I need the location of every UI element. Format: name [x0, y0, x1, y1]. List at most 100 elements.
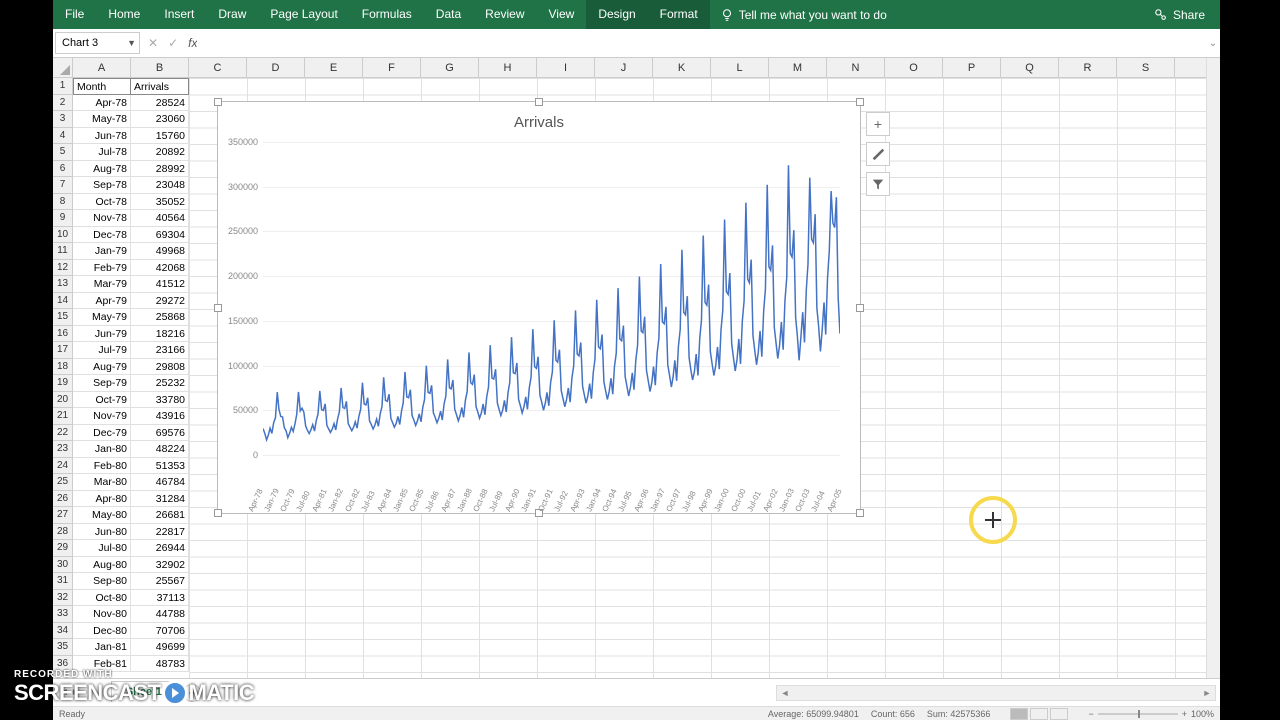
column-header[interactable]: S: [1117, 58, 1175, 77]
chart-filters-button[interactable]: [866, 172, 890, 196]
row-header[interactable]: 22: [53, 425, 72, 442]
row-header[interactable]: 23: [53, 441, 72, 458]
name-box[interactable]: Chart 3 ▼: [55, 32, 140, 54]
cell[interactable]: Jan-81: [73, 639, 131, 656]
column-header[interactable]: I: [537, 58, 595, 77]
cell[interactable]: 25567: [131, 573, 189, 590]
row-header[interactable]: 3: [53, 111, 72, 128]
column-header[interactable]: E: [305, 58, 363, 77]
cell[interactable]: 42068: [131, 260, 189, 277]
ribbon-tab-insert[interactable]: Insert: [152, 0, 206, 29]
ribbon-tab-view[interactable]: View: [537, 0, 587, 29]
cell[interactable]: Dec-79: [73, 425, 131, 442]
column-header[interactable]: P: [943, 58, 1001, 77]
cell[interactable]: 22817: [131, 524, 189, 541]
chart-handle[interactable]: [856, 98, 864, 106]
cell[interactable]: 26944: [131, 540, 189, 557]
row-header[interactable]: 31: [53, 573, 72, 590]
chart-styles-button[interactable]: [866, 142, 890, 166]
column-header[interactable]: B: [131, 58, 189, 77]
cell[interactable]: Mar-80: [73, 474, 131, 491]
cell[interactable]: 28992: [131, 161, 189, 178]
chart-handle[interactable]: [214, 509, 222, 517]
row-header[interactable]: 11: [53, 243, 72, 260]
spreadsheet-grid[interactable]: ABCDEFGHIJKLMNOPQRS 12345678910111213141…: [53, 58, 1220, 678]
cell[interactable]: 51353: [131, 458, 189, 475]
chart-handle[interactable]: [856, 304, 864, 312]
cell[interactable]: Month: [73, 78, 131, 95]
chart-handle[interactable]: [856, 509, 864, 517]
column-header[interactable]: O: [885, 58, 943, 77]
row-header[interactable]: 19: [53, 375, 72, 392]
row-header[interactable]: 21: [53, 408, 72, 425]
page-break-icon[interactable]: [1050, 708, 1068, 720]
cell[interactable]: Apr-80: [73, 491, 131, 508]
row-header[interactable]: 35: [53, 639, 72, 656]
cell[interactable]: Jul-78: [73, 144, 131, 161]
cell[interactable]: Sep-78: [73, 177, 131, 194]
row-header[interactable]: 30: [53, 557, 72, 574]
cell[interactable]: Nov-80: [73, 606, 131, 623]
column-header[interactable]: K: [653, 58, 711, 77]
cell[interactable]: 48224: [131, 441, 189, 458]
select-all-corner[interactable]: [53, 58, 73, 78]
column-header[interactable]: F: [363, 58, 421, 77]
row-header[interactable]: 25: [53, 474, 72, 491]
cell[interactable]: 41512: [131, 276, 189, 293]
cell[interactable]: 25868: [131, 309, 189, 326]
column-header[interactable]: D: [247, 58, 305, 77]
cell[interactable]: Jun-78: [73, 128, 131, 145]
cell[interactable]: 70706: [131, 623, 189, 640]
cell[interactable]: 69304: [131, 227, 189, 244]
row-header[interactable]: 7: [53, 177, 72, 194]
cell[interactable]: Jan-80: [73, 441, 131, 458]
cell[interactable]: Jan-79: [73, 243, 131, 260]
ribbon-tab-formulas[interactable]: Formulas: [350, 0, 424, 29]
cell[interactable]: 43916: [131, 408, 189, 425]
column-header[interactable]: Q: [1001, 58, 1059, 77]
row-header[interactable]: 33: [53, 606, 72, 623]
cell[interactable]: 23060: [131, 111, 189, 128]
cell[interactable]: May-78: [73, 111, 131, 128]
ribbon-tab-design[interactable]: Design: [586, 0, 647, 29]
cell[interactable]: Arrivals: [131, 78, 189, 95]
ribbon-tab-home[interactable]: Home: [96, 0, 152, 29]
column-headers[interactable]: ABCDEFGHIJKLMNOPQRS: [73, 58, 1206, 78]
column-header[interactable]: M: [769, 58, 827, 77]
cell[interactable]: 69576: [131, 425, 189, 442]
row-headers[interactable]: 1234567891011121314151617181920212223242…: [53, 78, 73, 672]
cell[interactable]: Apr-78: [73, 95, 131, 112]
cell[interactable]: 23166: [131, 342, 189, 359]
cell[interactable]: Nov-78: [73, 210, 131, 227]
cell[interactable]: Jul-80: [73, 540, 131, 557]
zoom-in-icon[interactable]: +: [1182, 709, 1187, 719]
row-header[interactable]: 13: [53, 276, 72, 293]
cell[interactable]: 15760: [131, 128, 189, 145]
fx-icon[interactable]: fx: [188, 36, 197, 50]
cell[interactable]: Jun-79: [73, 326, 131, 343]
cell[interactable]: 29272: [131, 293, 189, 310]
cell[interactable]: 35052: [131, 194, 189, 211]
horizontal-scrollbar[interactable]: ◄ ►: [776, 685, 1216, 701]
cell[interactable]: 44788: [131, 606, 189, 623]
scroll-left-icon[interactable]: ◄: [777, 688, 793, 698]
column-header[interactable]: C: [189, 58, 247, 77]
embedded-chart[interactable]: Arrivals 0500001000001500002000002500003…: [217, 101, 861, 514]
vertical-scrollbar[interactable]: [1206, 58, 1220, 678]
column-header[interactable]: N: [827, 58, 885, 77]
cell[interactable]: Oct-80: [73, 590, 131, 607]
cell[interactable]: Apr-79: [73, 293, 131, 310]
ribbon-tab-file[interactable]: File: [53, 0, 96, 29]
chart-title[interactable]: Arrivals: [218, 102, 860, 137]
cell[interactable]: May-80: [73, 507, 131, 524]
column-header[interactable]: J: [595, 58, 653, 77]
row-header[interactable]: 27: [53, 507, 72, 524]
ribbon-tab-draw[interactable]: Draw: [206, 0, 258, 29]
ribbon-tab-review[interactable]: Review: [473, 0, 536, 29]
chevron-down-icon[interactable]: ▼: [127, 38, 136, 48]
row-header[interactable]: 17: [53, 342, 72, 359]
cell[interactable]: 29808: [131, 359, 189, 376]
cell[interactable]: Sep-79: [73, 375, 131, 392]
cell[interactable]: Aug-79: [73, 359, 131, 376]
cell[interactable]: Feb-80: [73, 458, 131, 475]
